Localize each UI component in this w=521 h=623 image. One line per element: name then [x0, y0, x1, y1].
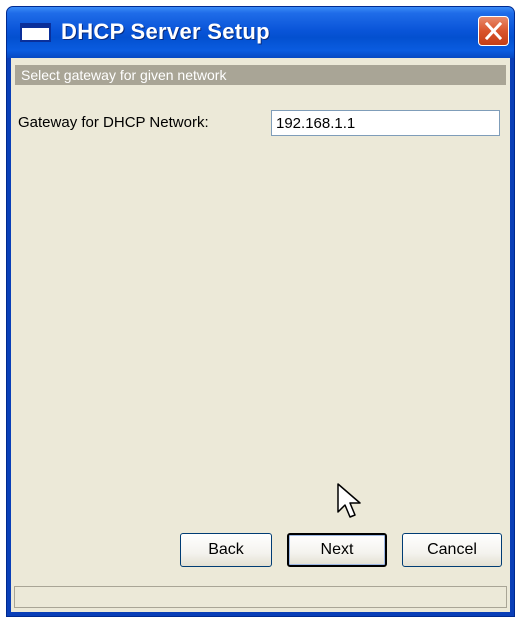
- back-button[interactable]: Back: [180, 533, 272, 567]
- dialog-body: Select gateway for given network Gateway…: [11, 58, 510, 612]
- next-button[interactable]: Next: [287, 533, 387, 567]
- close-x-icon: [485, 22, 502, 40]
- status-bar: [14, 586, 507, 608]
- window-icon: [20, 23, 51, 42]
- title-bar[interactable]: DHCP Server Setup: [7, 7, 514, 58]
- gateway-input[interactable]: [271, 110, 500, 136]
- step-header-text: Select gateway for given network: [21, 67, 227, 83]
- window-title: DHCP Server Setup: [61, 19, 270, 44]
- step-header: Select gateway for given network: [15, 65, 506, 85]
- cancel-button[interactable]: Cancel: [402, 533, 502, 567]
- gateway-label: Gateway for DHCP Network:: [18, 114, 209, 131]
- close-button[interactable]: [478, 16, 509, 46]
- dhcp-setup-window: DHCP Server Setup Select gateway for giv…: [6, 6, 515, 617]
